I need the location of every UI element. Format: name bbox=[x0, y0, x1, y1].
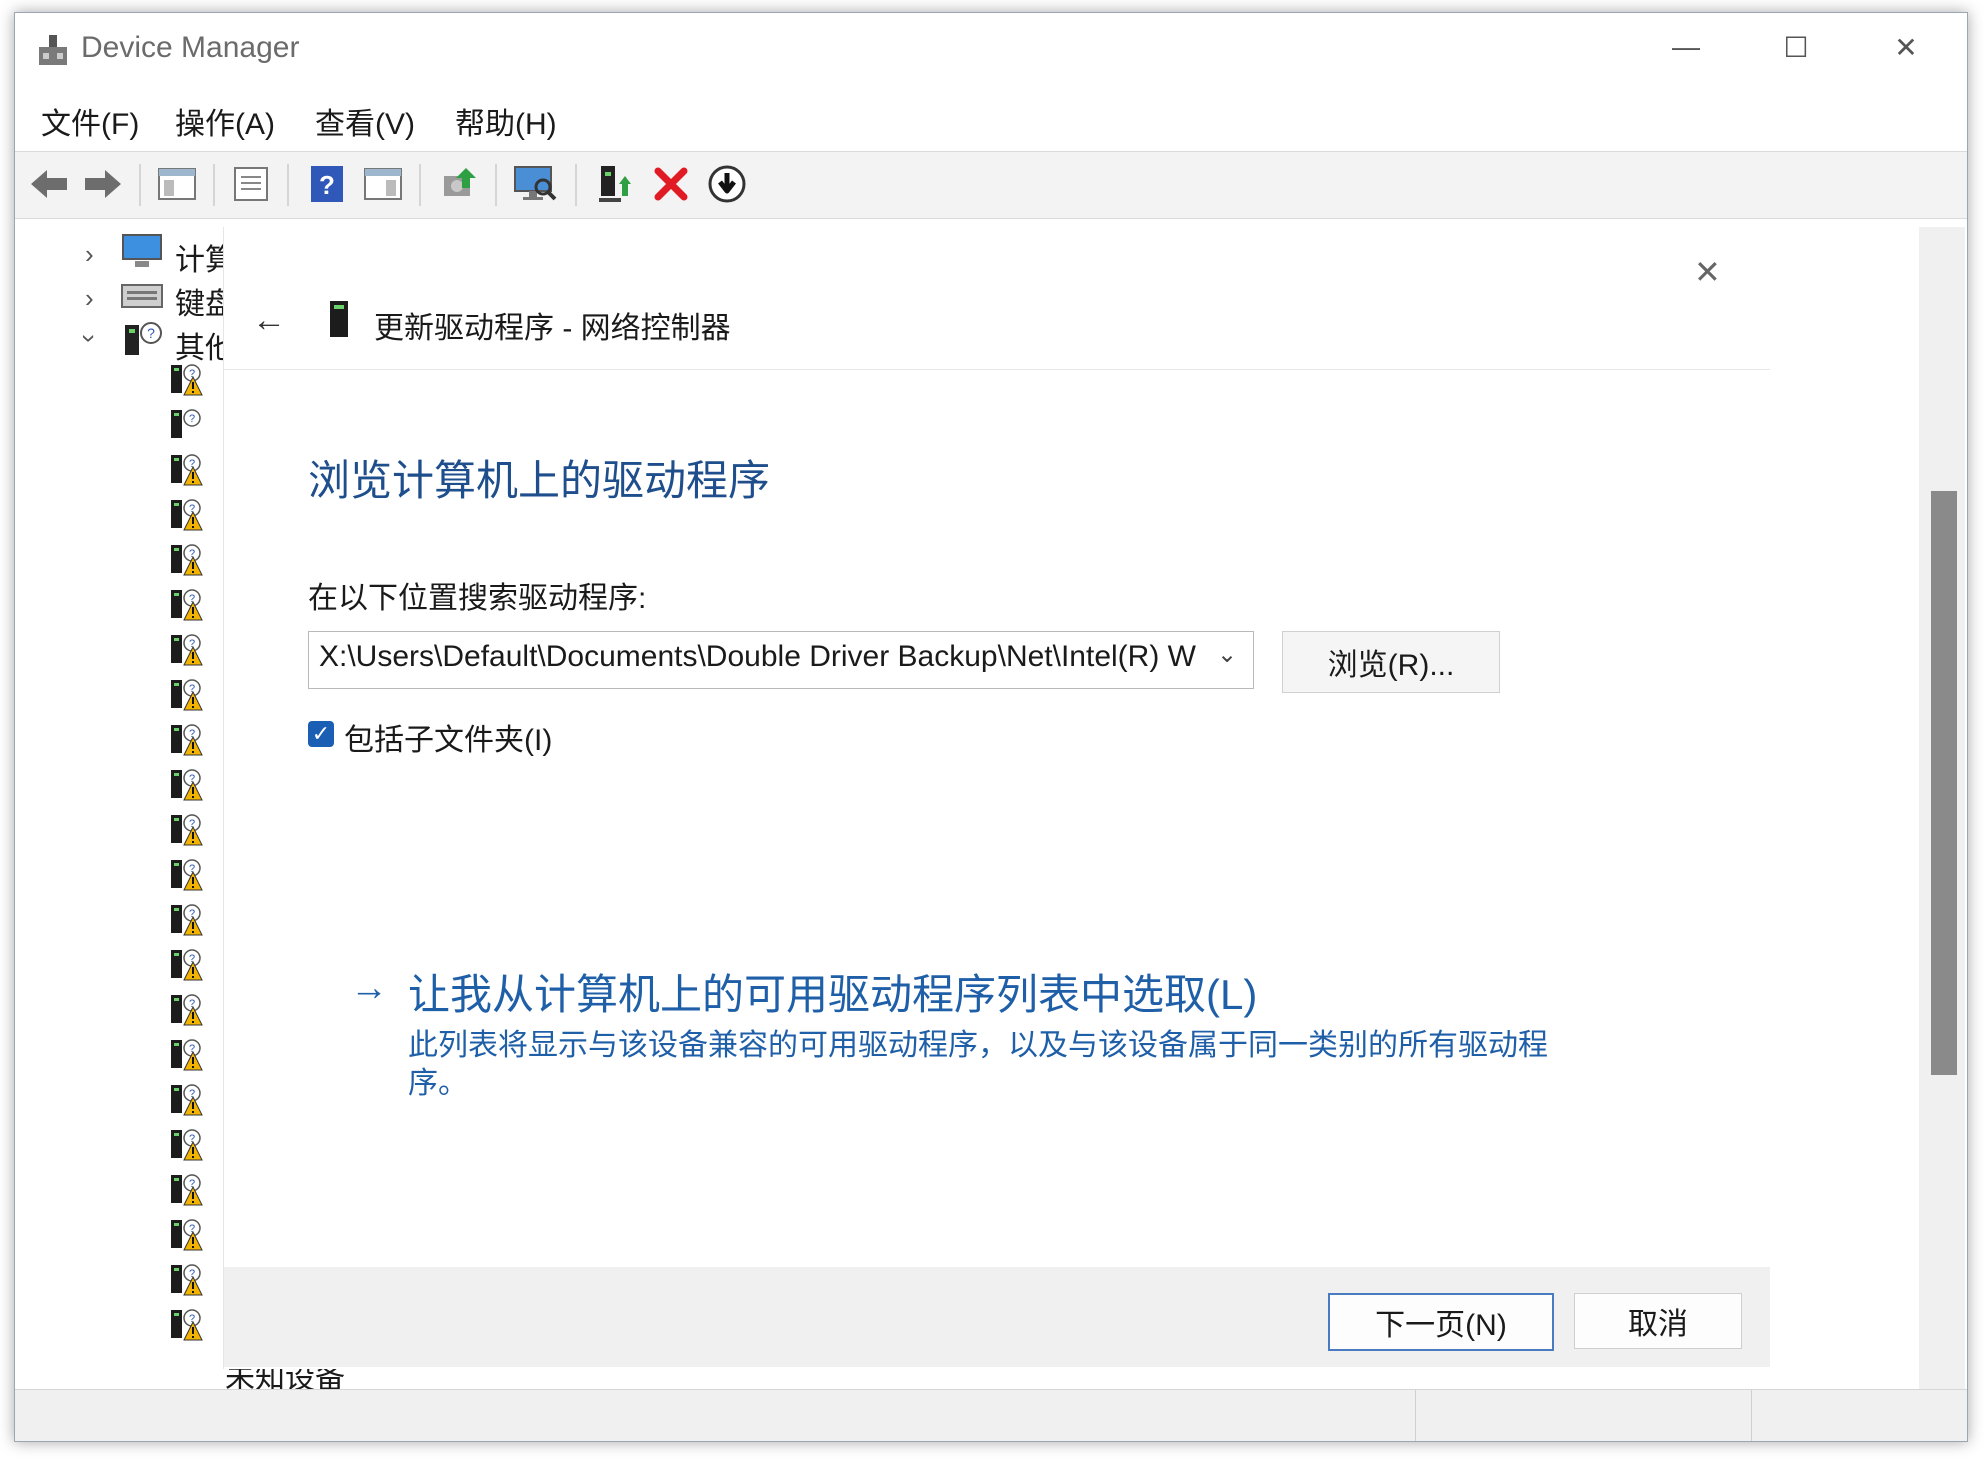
pick-from-list-link[interactable]: 让我从计算机上的可用驱动程序列表中选取(L) bbox=[408, 961, 1257, 1022]
help-icon[interactable]: ? bbox=[305, 162, 349, 206]
status-separator bbox=[1415, 1390, 1416, 1441]
tree-category-computer[interactable]: 计算 bbox=[175, 235, 225, 279]
device-warning-icon[interactable]: ? bbox=[169, 588, 203, 622]
title-bar: Device Manager — ☐ ✕ bbox=[15, 13, 1967, 81]
other-devices-icon: ? bbox=[125, 322, 162, 355]
status-separator bbox=[1751, 1390, 1752, 1441]
toolbar-separator bbox=[287, 164, 289, 206]
device-warning-icon[interactable]: ? bbox=[169, 363, 203, 397]
driver-path-combobox[interactable]: X:\Users\Default\Documents\Double Driver… bbox=[308, 631, 1254, 689]
next-button[interactable]: 下一页(N) bbox=[1328, 1293, 1554, 1351]
browse-button[interactable]: 浏览(R)... bbox=[1282, 631, 1500, 693]
menu-file[interactable]: 文件(F) bbox=[41, 99, 139, 143]
dialog-title: 更新驱动程序 - 网络控制器 bbox=[374, 312, 731, 345]
device-warning-icon[interactable]: ? bbox=[169, 723, 203, 757]
cancel-button[interactable]: 取消 bbox=[1574, 1293, 1742, 1349]
search-location-label: 在以下位置搜索驱动程序: bbox=[308, 582, 647, 615]
vertical-scrollbar[interactable] bbox=[1919, 227, 1965, 1389]
toolbar-separator bbox=[575, 164, 577, 206]
minimize-button[interactable]: — bbox=[1631, 13, 1741, 81]
device-warning-icon[interactable]: ? bbox=[169, 453, 203, 487]
driver-path-value: X:\Users\Default\Documents\Double Driver… bbox=[319, 640, 1196, 673]
tree-category-keyboard[interactable]: 键盘 bbox=[175, 279, 225, 323]
toolbar-separator bbox=[419, 164, 421, 206]
enable-device-icon[interactable] bbox=[593, 162, 637, 206]
device-warning-icon[interactable]: ? bbox=[169, 768, 203, 802]
scrollbar-thumb[interactable] bbox=[1931, 491, 1957, 1075]
menu-action[interactable]: 操作(A) bbox=[175, 99, 275, 143]
device-unknown-icon[interactable]: ? bbox=[169, 408, 203, 442]
device-warning-icon[interactable]: ? bbox=[169, 498, 203, 532]
status-bar bbox=[15, 1389, 1967, 1441]
svg-text:?: ? bbox=[319, 170, 335, 200]
toolbar-separator bbox=[495, 164, 497, 206]
arrow-right-icon: → bbox=[350, 967, 388, 1009]
dialog-back-button[interactable]: ← bbox=[252, 301, 286, 340]
chevron-right-icon[interactable]: › bbox=[85, 283, 94, 314]
window-title: Device Manager bbox=[81, 31, 300, 64]
device-warning-icon[interactable]: ? bbox=[169, 813, 203, 847]
device-warning-icon[interactable]: ? bbox=[169, 948, 203, 982]
device-warning-icon[interactable]: ? bbox=[169, 903, 203, 937]
dialog-heading: 浏览计算机上的驱动程序 bbox=[308, 457, 771, 504]
action-pane-icon[interactable] bbox=[361, 162, 405, 206]
download-driver-icon[interactable] bbox=[705, 162, 749, 206]
pick-from-list-description: 此列表将显示与该设备兼容的可用驱动程序，以及与该设备属于同一类别的所有驱动程序。 bbox=[408, 1029, 1548, 1100]
device-warning-icon[interactable]: ? bbox=[169, 858, 203, 892]
tree-category-other[interactable]: 其他 bbox=[175, 323, 225, 367]
device-warning-icon[interactable]: ? bbox=[169, 993, 203, 1027]
menu-bar bbox=[15, 93, 1967, 151]
device-manager-window: Device Manager — ☐ ✕ 文件(F) 操作(A) 查看(V) 帮… bbox=[14, 12, 1968, 1442]
computer-icon bbox=[122, 234, 162, 267]
device-warning-icon[interactable]: ? bbox=[169, 1218, 203, 1252]
device-warning-icon[interactable]: ? bbox=[169, 1263, 203, 1297]
svg-text:?: ? bbox=[147, 325, 155, 341]
device-warning-icon[interactable]: ? bbox=[169, 1128, 203, 1162]
include-subfolders-checkbox[interactable]: ✓ bbox=[308, 721, 334, 747]
show-hide-tree-icon[interactable] bbox=[155, 162, 199, 206]
device-warning-icon[interactable]: ? bbox=[169, 1308, 203, 1342]
menu-help[interactable]: 帮助(H) bbox=[455, 99, 557, 143]
svg-text:?: ? bbox=[189, 413, 195, 425]
uninstall-icon[interactable] bbox=[649, 162, 693, 206]
device-tree: › 计算 › 键盘 › ? 其他 ?????????????????????? … bbox=[15, 227, 225, 1387]
menu-view[interactable]: 查看(V) bbox=[315, 99, 415, 143]
toolbar: ? bbox=[15, 151, 1967, 219]
network-controller-icon bbox=[330, 301, 348, 337]
scan-hardware-icon[interactable] bbox=[513, 162, 557, 206]
include-subfolders-label[interactable]: 包括子文件夹(I) bbox=[344, 715, 552, 759]
device-warning-icon[interactable]: ? bbox=[169, 543, 203, 577]
toolbar-separator bbox=[139, 164, 141, 206]
dialog-header: ← 更新驱动程序 - 网络控制器 bbox=[224, 281, 1770, 370]
close-button[interactable]: ✕ bbox=[1851, 13, 1961, 81]
back-icon[interactable] bbox=[27, 162, 71, 206]
chevron-down-icon[interactable]: › bbox=[74, 334, 105, 343]
properties-icon[interactable] bbox=[229, 162, 273, 206]
update-driver-icon[interactable] bbox=[437, 162, 481, 206]
update-driver-dialog: ✕ ← 更新驱动程序 - 网络控制器 浏览计算机上的驱动程序 在以下位置搜索驱动… bbox=[223, 227, 1770, 1369]
device-manager-icon bbox=[39, 35, 67, 65]
chevron-right-icon[interactable]: › bbox=[85, 239, 94, 270]
device-warning-icon[interactable]: ? bbox=[169, 633, 203, 667]
device-warning-icon[interactable]: ? bbox=[169, 1083, 203, 1117]
device-warning-icon[interactable]: ? bbox=[169, 1038, 203, 1072]
forward-icon[interactable] bbox=[81, 162, 125, 206]
device-warning-icon[interactable]: ? bbox=[169, 678, 203, 712]
device-warning-icon[interactable]: ? bbox=[169, 1173, 203, 1207]
chevron-down-icon[interactable]: ⌄ bbox=[1217, 640, 1237, 669]
toolbar-separator bbox=[213, 164, 215, 206]
keyboard-icon bbox=[121, 284, 163, 308]
maximize-button[interactable]: ☐ bbox=[1741, 13, 1851, 81]
